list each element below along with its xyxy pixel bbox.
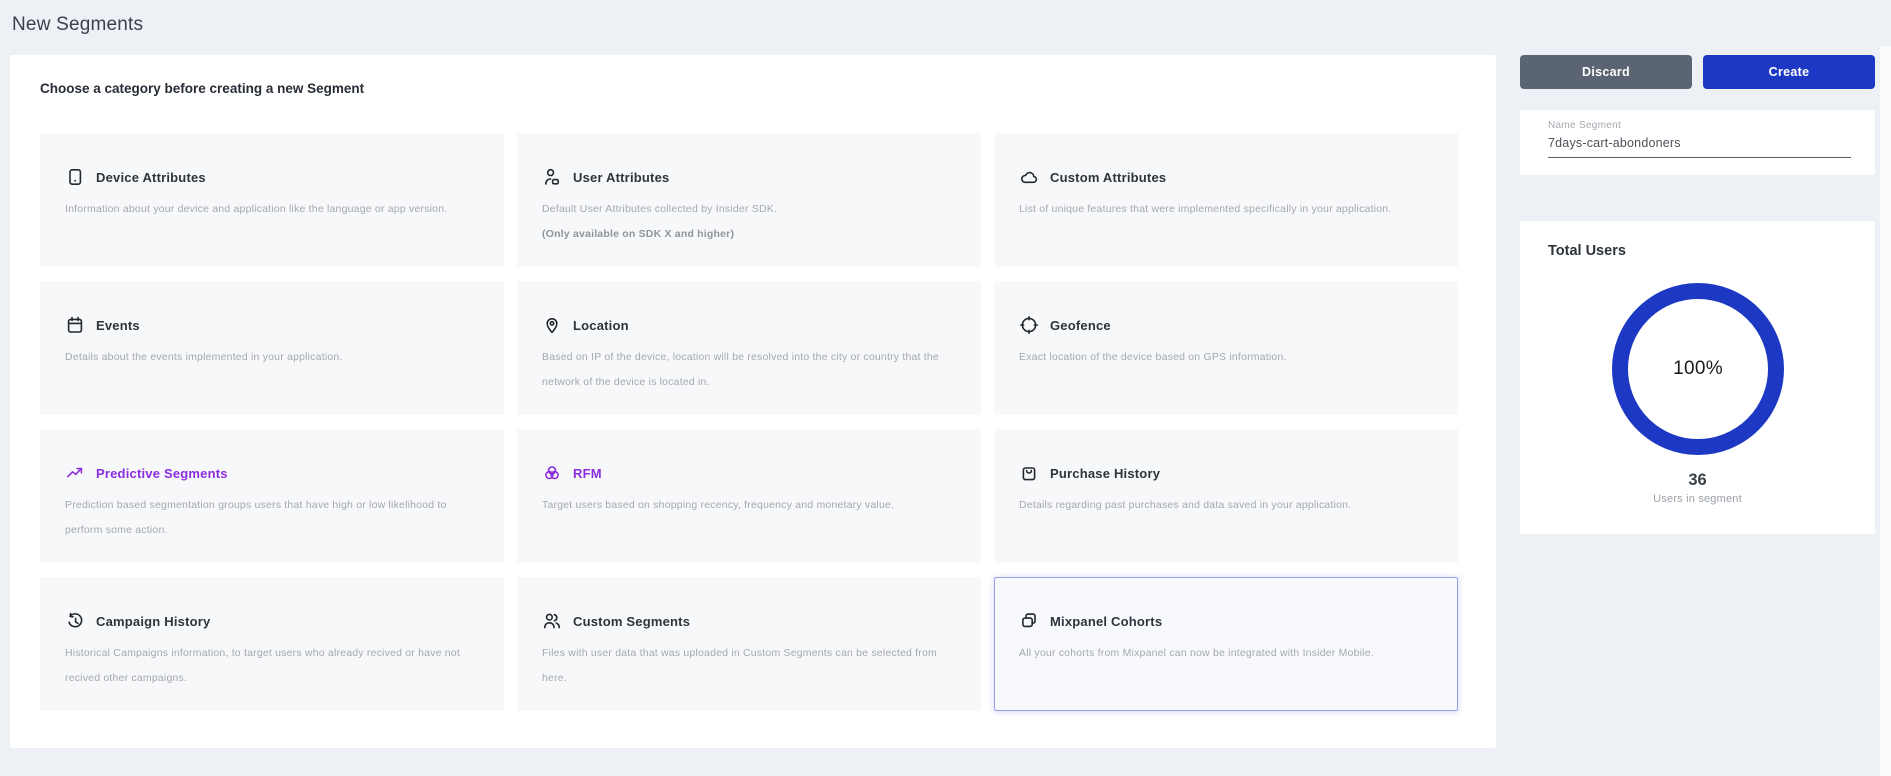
category-title: User Attributes: [573, 170, 669, 185]
donut-percent-label: 100%: [1612, 283, 1784, 455]
cohort-link-icon: [1019, 611, 1039, 631]
category-card-header: Location: [542, 315, 964, 335]
total-users-card: Total Users 100% 36 Users in segment: [1520, 221, 1875, 534]
category-card-header: Geofence: [1019, 315, 1441, 335]
category-title: Predictive Segments: [96, 466, 228, 481]
category-title: Campaign History: [96, 614, 210, 629]
category-title: Location: [573, 318, 629, 333]
category-card-header: Events: [65, 315, 487, 335]
shopping-bag-icon: [1019, 463, 1039, 483]
category-description: Information about your device and applic…: [65, 197, 487, 222]
category-card-header: User Attributes: [542, 167, 964, 187]
category-panel: Choose a category before creating a new …: [10, 55, 1496, 748]
category-grid: Device Attributes Information about your …: [40, 133, 1458, 711]
history-clock-icon: [65, 611, 85, 631]
category-card-header: RFM: [542, 463, 964, 483]
category-title: Purchase History: [1050, 466, 1160, 481]
category-card-mixpanel-cohorts[interactable]: Mixpanel Cohorts All your cohorts from Mi…: [994, 577, 1458, 711]
name-segment-input[interactable]: [1548, 136, 1851, 158]
category-title: Custom Segments: [573, 614, 690, 629]
category-card-rfm[interactable]: RFM Target users based on shopping recenc…: [517, 429, 981, 563]
category-description: Prediction based segmentation groups use…: [65, 493, 487, 543]
users-count: 36: [1520, 471, 1875, 490]
category-description: Target users based on shopping recency, …: [542, 493, 964, 518]
device-icon: [65, 167, 85, 187]
user-icon: [542, 167, 562, 187]
category-title: Events: [96, 318, 140, 333]
category-description: Details regarding past purchases and dat…: [1019, 493, 1441, 518]
category-description: Files with user data that was uploaded i…: [542, 641, 964, 691]
category-card-header: Campaign History: [65, 611, 487, 631]
category-note: (Only available on SDK X and higher): [542, 222, 964, 247]
category-description: All your cohorts from Mixpanel can now b…: [1019, 641, 1441, 666]
name-segment-label: Name Segment: [1548, 120, 1621, 131]
category-card-device-attributes[interactable]: Device Attributes Information about your …: [40, 133, 504, 267]
total-users-title: Total Users: [1548, 243, 1626, 259]
trend-up-icon: [65, 463, 85, 483]
category-card-header: Custom Segments: [542, 611, 964, 631]
category-title: Mixpanel Cohorts: [1050, 614, 1162, 629]
map-pin-icon: [542, 315, 562, 335]
calendar-icon: [65, 315, 85, 335]
category-card-location[interactable]: Location Based on IP of the device, locat…: [517, 281, 981, 415]
discard-button[interactable]: Discard: [1520, 55, 1692, 89]
cloud-icon: [1019, 167, 1039, 187]
category-description: Historical Campaigns information, to tar…: [65, 641, 487, 691]
category-card-custom-attributes[interactable]: Custom Attributes List of unique features…: [994, 133, 1458, 267]
category-card-header: Device Attributes: [65, 167, 487, 187]
category-card-predictive-segments[interactable]: Predictive Segments Prediction based segm…: [40, 429, 504, 563]
category-title: Device Attributes: [96, 170, 206, 185]
users-group-icon: [542, 611, 562, 631]
category-description: Based on IP of the device, location will…: [542, 345, 964, 395]
category-card-custom-segments[interactable]: Custom Segments Files with user data that…: [517, 577, 981, 711]
category-card-purchase-history[interactable]: Purchase History Details regarding past p…: [994, 429, 1458, 563]
users-caption: Users in segment: [1520, 493, 1875, 505]
category-description: Exact location of the device based on GP…: [1019, 345, 1441, 370]
category-card-events[interactable]: Events Details about the events implement…: [40, 281, 504, 415]
category-title: Custom Attributes: [1050, 170, 1166, 185]
category-title: Geofence: [1050, 318, 1111, 333]
category-title: RFM: [573, 466, 602, 481]
category-card-header: Predictive Segments: [65, 463, 487, 483]
panel-subtitle: Choose a category before creating a new …: [40, 81, 364, 96]
geofence-icon: [1019, 315, 1039, 335]
total-users-donut-chart: 100%: [1612, 283, 1784, 455]
category-description: Details about the events implemented in …: [65, 345, 487, 370]
category-card-campaign-history[interactable]: Campaign History Historical Campaigns inf…: [40, 577, 504, 711]
category-description: Default User Attributes collected by Ins…: [542, 197, 964, 247]
category-description: List of unique features that were implem…: [1019, 197, 1441, 222]
create-button[interactable]: Create: [1703, 55, 1875, 89]
category-card-geofence[interactable]: Geofence Exact location of the device bas…: [994, 281, 1458, 415]
venn-icon: [542, 463, 562, 483]
category-card-header: Custom Attributes: [1019, 167, 1441, 187]
category-card-header: Mixpanel Cohorts: [1019, 611, 1441, 631]
name-segment-card: Name Segment: [1520, 110, 1875, 175]
category-card-user-attributes[interactable]: User Attributes Default User Attributes c…: [517, 133, 981, 267]
scrollbar-track[interactable]: [1880, 46, 1891, 776]
page-title: New Segments: [12, 14, 143, 36]
category-card-header: Purchase History: [1019, 463, 1441, 483]
